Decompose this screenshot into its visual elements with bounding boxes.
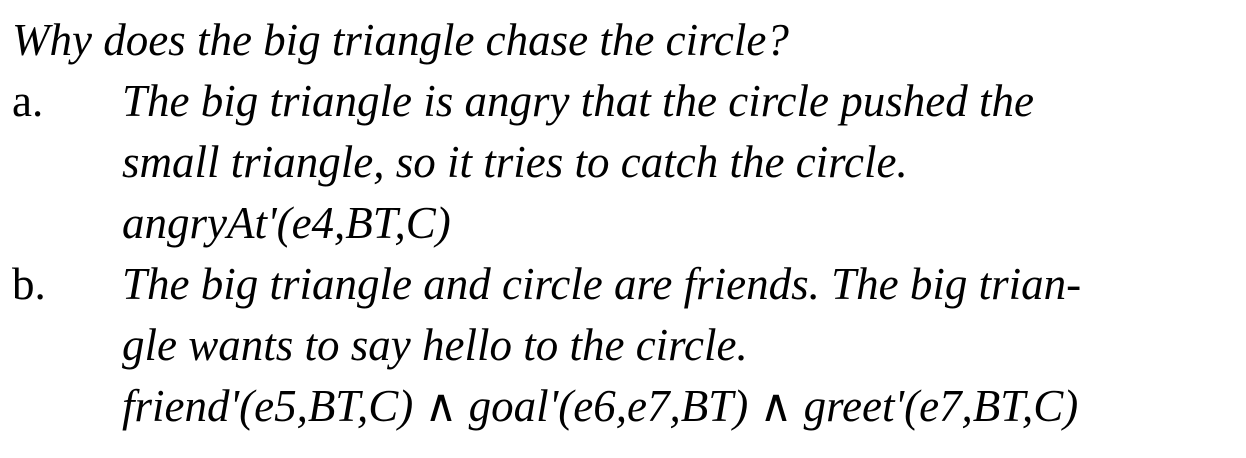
document-body: Why does the big triangle chase the circ… xyxy=(12,10,1234,437)
list-marker-b: b. xyxy=(12,259,46,309)
answer-b-line-1: The big triangle and circle are friends.… xyxy=(122,259,1082,309)
list-item-b: b. The big triangle and circle are frien… xyxy=(12,254,1234,437)
question-text: Why does the big triangle chase the circ… xyxy=(12,15,789,65)
answer-b-line-2: gle wants to say hello to the circle. xyxy=(122,320,748,370)
answer-a-line-2: small triangle, so it tries to catch the… xyxy=(122,137,908,187)
answer-a-line-1: The big triangle is angry that the circl… xyxy=(122,76,1034,126)
list-item-b-body: The big triangle and circle are friends.… xyxy=(122,254,1234,437)
list-item-a: a. The big triangle is angry that the ci… xyxy=(12,71,1234,254)
list-item-a-body: The big triangle is angry that the circl… xyxy=(122,71,1234,254)
answer-a-formula: angryAt'(e4,BT,C) xyxy=(122,198,451,248)
list-marker-a: a. xyxy=(12,76,44,126)
answer-b-formula: friend'(e5,BT,C) ∧ goal'(e6,e7,BT) ∧ gre… xyxy=(122,381,1079,431)
